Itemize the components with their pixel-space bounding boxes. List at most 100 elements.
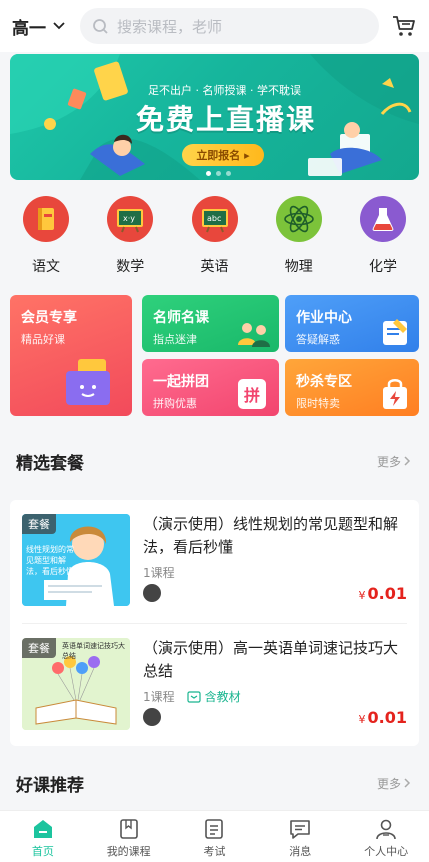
tab-label: 首页 bbox=[31, 845, 54, 858]
chevron-right-icon bbox=[404, 456, 411, 466]
group-card-subtitle: 拼购优惠 bbox=[153, 397, 197, 410]
avatar bbox=[143, 584, 161, 602]
teacher-card-subtitle: 指点迷津 bbox=[153, 333, 197, 346]
flask-icon bbox=[360, 196, 406, 242]
thumbnail-caption: 英语单词速记技巧大总结 bbox=[62, 642, 125, 660]
course-title[interactable]: （演示使用）线性规划的常见题型和解法，看后秒懂 bbox=[143, 513, 409, 559]
homework-card-subtitle: 答疑解惑 bbox=[296, 333, 340, 346]
tab-my-courses[interactable]: 我的课程 bbox=[86, 811, 172, 862]
more-label: 更多 bbox=[376, 776, 401, 791]
homework-icon bbox=[383, 319, 407, 345]
chalkboard-abc-icon: abc bbox=[191, 196, 238, 242]
recommended-courses-header: 好课推荐 更多 bbox=[0, 768, 429, 798]
subject-physics[interactable]: 物理 bbox=[269, 196, 329, 288]
package-tag: 套餐 bbox=[22, 514, 56, 534]
course-title[interactable]: （演示使用）高一英语单词速记技巧大总结 bbox=[143, 637, 409, 683]
banner-dot-active bbox=[206, 171, 211, 176]
my-courses-icon bbox=[119, 819, 138, 839]
subject-math[interactable]: x·y 数学 bbox=[100, 196, 160, 288]
list-item[interactable]: 套餐 线性规划的常见题型和解法，看后秒懂 （演示使用）线性规划的常见题型和解法，… bbox=[10, 500, 419, 612]
banner-dot bbox=[226, 171, 231, 176]
search-icon bbox=[93, 18, 108, 34]
banner-signup-button[interactable]: 立即报名 ▸ bbox=[182, 144, 264, 166]
grade-selector[interactable]: 高一 bbox=[12, 14, 80, 39]
tab-label: 我的课程 bbox=[106, 845, 151, 858]
chalkboard-xy-icon: x·y bbox=[107, 196, 154, 242]
course-thumbnail[interactable]: 套餐 线性规划的常见题型和解法，看后秒懂 bbox=[22, 514, 130, 606]
shopping-bag-icon bbox=[383, 379, 407, 409]
book-icon bbox=[23, 196, 69, 242]
package-list: 套餐 线性规划的常见题型和解法，看后秒懂 （演示使用）线性规划的常见题型和解法，… bbox=[10, 500, 419, 746]
group-buy-icon: 拼 bbox=[238, 379, 266, 409]
top-bar: 高一 搜索课程，老师 bbox=[0, 0, 429, 52]
book-outline-icon bbox=[187, 690, 201, 703]
subject-label: 英语 bbox=[200, 259, 229, 275]
flash-card-title: 秒杀专区 bbox=[296, 374, 352, 390]
tab-home[interactable]: 首页 bbox=[0, 811, 86, 862]
search-input[interactable]: 搜索课程，老师 bbox=[80, 8, 379, 44]
avatar bbox=[143, 708, 161, 726]
course-price: ¥0.01 bbox=[359, 708, 407, 727]
exam-icon bbox=[205, 819, 224, 839]
subject-chemistry[interactable]: 化学 bbox=[353, 196, 413, 288]
tab-label: 考试 bbox=[203, 845, 226, 858]
subject-chinese[interactable]: 语文 bbox=[16, 196, 76, 288]
homework-center-card[interactable]: 作业中心 答疑解惑 bbox=[285, 295, 419, 352]
banner-title: 免费上直播课 bbox=[136, 103, 317, 136]
section-title: 精选套餐 bbox=[16, 453, 84, 474]
course-thumbnail[interactable]: 套餐 英语单词速记技巧大总结 bbox=[22, 638, 130, 730]
list-item[interactable]: 套餐 英语单词速记技巧大总结 （演示使用）高一英语单词速记技巧大总结 1课程 含… bbox=[10, 624, 419, 736]
homework-card-title: 作业中心 bbox=[296, 310, 352, 326]
tab-label: 消息 bbox=[289, 845, 312, 858]
home-icon bbox=[33, 820, 52, 838]
tab-messages[interactable]: 消息 bbox=[257, 811, 343, 862]
vip-exclusive-card[interactable]: 会员专享 精品好课 bbox=[10, 295, 132, 416]
chevron-down-icon bbox=[53, 22, 65, 30]
subject-english[interactable]: abc 英语 bbox=[185, 196, 245, 288]
material-badge: 含教材 bbox=[187, 688, 241, 705]
atom-icon bbox=[275, 196, 322, 242]
material-label: 含教材 bbox=[204, 690, 241, 704]
message-icon bbox=[290, 820, 311, 839]
folder-icon bbox=[66, 359, 110, 405]
svg-text:x·y: x·y bbox=[123, 214, 135, 223]
subject-label: 化学 bbox=[369, 259, 397, 275]
famous-teacher-card[interactable]: 名师名课 指点迷津 bbox=[142, 295, 279, 352]
subject-grid: 语文 x·y 数学 abc 英语 物理 化学 bbox=[0, 196, 429, 288]
price-currency: ¥ bbox=[358, 713, 366, 726]
cart-icon[interactable] bbox=[391, 13, 417, 39]
more-label: 更多 bbox=[376, 454, 401, 469]
subject-label: 语文 bbox=[32, 259, 60, 275]
app-page: 高一 搜索课程，老师 足不出户 · 名师授课 · 学不耽误 免费上直播课 立即报… bbox=[0, 0, 429, 862]
teacher-card-title: 名师名课 bbox=[153, 310, 209, 326]
tab-label: 个人中心 bbox=[364, 845, 409, 858]
bottom-tab-bar: 首页 我的课程 考试 消息 个人中心 bbox=[0, 810, 429, 862]
section-title: 好课推荐 bbox=[16, 775, 84, 796]
tab-exam[interactable]: 考试 bbox=[172, 811, 258, 862]
subject-label: 数学 bbox=[116, 259, 145, 275]
course-price: ¥0.01 bbox=[359, 584, 407, 603]
tab-profile[interactable]: 个人中心 bbox=[343, 811, 429, 862]
package-tag: 套餐 bbox=[22, 638, 56, 658]
vip-card-title: 会员专享 bbox=[21, 310, 77, 326]
more-link[interactable]: 更多 bbox=[377, 775, 413, 792]
svg-text:abc: abc bbox=[207, 214, 221, 223]
course-count: 1课程 bbox=[143, 690, 175, 704]
flash-card-subtitle: 限时特卖 bbox=[296, 397, 340, 410]
flash-sale-card[interactable]: 秒杀专区 限时特卖 bbox=[285, 359, 419, 416]
teachers-icon bbox=[238, 323, 270, 347]
price-currency: ¥ bbox=[358, 589, 366, 602]
thumbnail-caption: 线性规划的常见题型和解法，看后秒懂 bbox=[26, 545, 74, 576]
more-link[interactable]: 更多 bbox=[377, 453, 413, 470]
price-value: 0.01 bbox=[367, 584, 407, 603]
vip-card-subtitle: 精品好课 bbox=[21, 333, 65, 346]
grade-label: 高一 bbox=[12, 18, 46, 39]
banner-pagination bbox=[206, 171, 231, 176]
banner-slogan: 足不出户 · 名师授课 · 学不耽误 bbox=[148, 84, 301, 97]
group-card-title: 一起拼团 bbox=[153, 374, 209, 390]
promo-banner[interactable]: 足不出户 · 名师授课 · 学不耽误 免费上直播课 立即报名 ▸ bbox=[10, 54, 419, 180]
group-buy-card[interactable]: 一起拼团 拼购优惠 拼 bbox=[142, 359, 279, 416]
subject-label: 物理 bbox=[284, 259, 313, 275]
profile-icon bbox=[376, 819, 396, 840]
search-placeholder: 搜索课程，老师 bbox=[117, 17, 223, 36]
